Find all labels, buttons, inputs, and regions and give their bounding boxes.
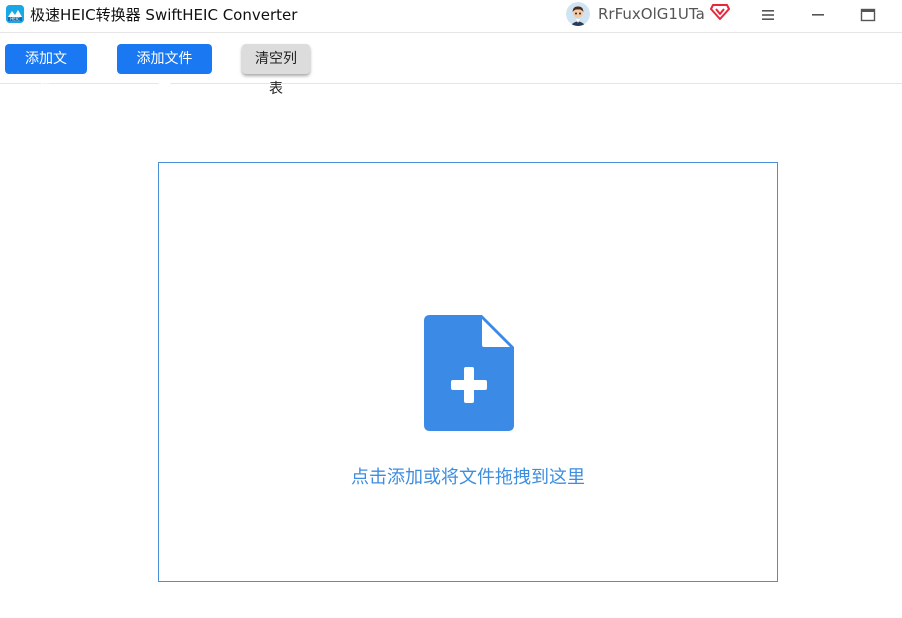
- hamburger-icon: [762, 10, 774, 20]
- minimize-button[interactable]: [798, 0, 838, 30]
- title-bar: HEIC 极速HEIC转换器 SwiftHEIC Converter RrFux…: [0, 0, 902, 33]
- menu-button[interactable]: [748, 0, 788, 30]
- username[interactable]: RrFuxOlG1UTa: [598, 4, 705, 24]
- file-drop-zone[interactable]: 点击添加或将文件拖拽到这里: [158, 162, 778, 582]
- minimize-icon: [812, 14, 824, 16]
- app-window: HEIC 极速HEIC转换器 SwiftHEIC Converter RrFux…: [0, 0, 902, 618]
- avatar[interactable]: [566, 2, 590, 26]
- svg-text:HEIC: HEIC: [10, 17, 20, 22]
- heic-app-icon: HEIC: [6, 5, 24, 23]
- add-folder-button[interactable]: 添加文件夹: [117, 44, 212, 97]
- maximize-button[interactable]: [848, 0, 888, 30]
- app-title: 极速HEIC转换器 SwiftHEIC Converter: [30, 6, 298, 24]
- clear-list-button[interactable]: 清空列表: [242, 44, 310, 97]
- add-file-icon[interactable]: [424, 315, 514, 431]
- drop-hint-text: 点击添加或将文件拖拽到这里: [351, 467, 585, 488]
- add-file-button[interactable]: 添加文件: [5, 44, 87, 97]
- maximize-icon: [860, 8, 876, 22]
- toolbar: 添加文件 添加文件夹 清空列表: [0, 33, 902, 97]
- vip-diamond-icon[interactable]: [710, 3, 730, 21]
